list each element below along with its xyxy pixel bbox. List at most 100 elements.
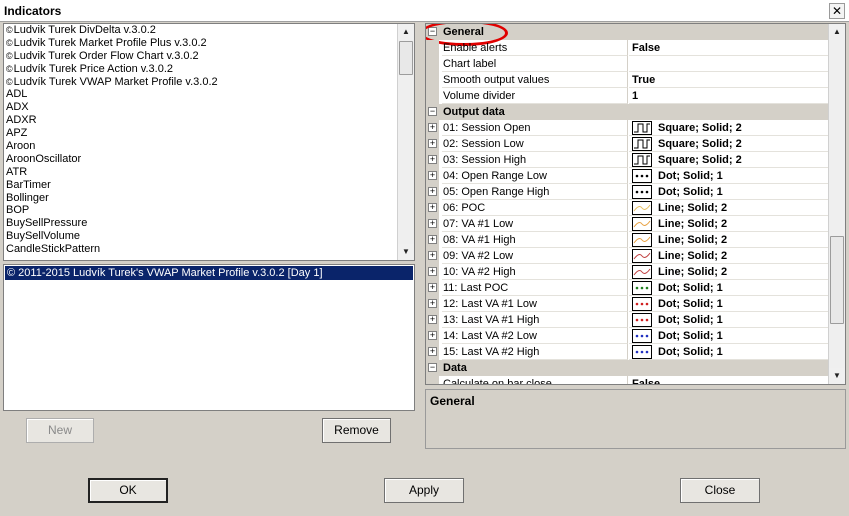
category-output-data[interactable]: − Output data [426,104,829,120]
remove-button[interactable]: Remove [322,418,391,443]
property-value[interactable]: False [629,40,829,56]
property-value[interactable]: Dot; Solid; 1 [629,312,829,328]
indicator-list-item[interactable]: Aroon [4,140,398,153]
property-row[interactable]: +09: VA #2 Low Line; Solid; 2 [426,248,829,264]
property-grid[interactable]: − General Enable alerts False Chart label S… [425,23,846,385]
indicator-list-item[interactable]: BuySellVolume [4,230,398,243]
applied-indicator-item[interactable]: © 2011-2015 Ludvík Turek's VWAP Market P… [5,266,413,280]
expand-icon[interactable]: + [428,139,437,148]
property-value[interactable]: Dot; Solid; 1 [629,184,829,200]
property-value[interactable]: Dot; Solid; 1 [629,168,829,184]
indicator-list-item[interactable]: ©Ludvik Turek DivDelta v.3.0.2 [4,24,398,37]
property-row[interactable]: +12: Last VA #1 Low Dot; Solid; 1 [426,296,829,312]
property-row[interactable]: Calculate on bar close False [426,376,829,384]
property-value[interactable]: Square; Solid; 2 [629,136,829,152]
property-value[interactable] [629,56,829,72]
indicator-list-item[interactable]: ©Ludvik Turek Market Profile Plus v.3.0.… [4,37,398,50]
indicator-list-item[interactable]: ADX [4,101,398,114]
indicator-list-item[interactable]: BarTimer [4,179,398,192]
property-row[interactable]: +03: Session High Square; Solid; 2 [426,152,829,168]
property-value[interactable]: Dot; Solid; 1 [629,344,829,360]
property-value[interactable]: Line; Solid; 2 [629,200,829,216]
dot-plot-icon [632,297,652,311]
property-row[interactable]: Enable alerts False [426,40,829,56]
collapse-icon[interactable]: − [428,27,437,36]
property-row[interactable]: +01: Session Open Square; Solid; 2 [426,120,829,136]
close-button[interactable]: Close [680,478,760,503]
property-value[interactable]: Square; Solid; 2 [629,120,829,136]
property-value[interactable]: Dot; Solid; 1 [629,280,829,296]
property-row[interactable]: +08: VA #1 High Line; Solid; 2 [426,232,829,248]
indicator-list-item[interactable]: ATR [4,166,398,179]
indicator-list-item[interactable]: Bollinger [4,192,398,205]
category-data[interactable]: − Data [426,360,829,376]
scroll-up-icon[interactable]: ▲ [829,24,845,40]
property-value[interactable]: Line; Solid; 2 [629,216,829,232]
property-value[interactable]: True [629,72,829,88]
property-row[interactable]: Chart label [426,56,829,72]
scroll-thumb[interactable] [399,41,413,75]
property-value[interactable]: Square; Solid; 2 [629,152,829,168]
property-row[interactable]: +07: VA #1 Low Line; Solid; 2 [426,216,829,232]
indicator-list-item[interactable]: ©Ludvik Turek Order Flow Chart v.3.0.2 [4,50,398,63]
property-row[interactable]: +05: Open Range High Dot; Solid; 1 [426,184,829,200]
scroll-down-icon[interactable]: ▼ [398,244,414,260]
expand-icon[interactable]: + [428,299,437,308]
indicator-list-item[interactable]: ©Ludvík Turek Price Action v.3.0.2 [4,63,398,76]
scroll-down-icon[interactable]: ▼ [829,368,845,384]
expand-icon[interactable]: + [428,251,437,260]
scroll-up-icon[interactable]: ▲ [398,24,414,40]
expand-icon[interactable]: + [428,203,437,212]
apply-button[interactable]: Apply [384,478,464,503]
indicator-list-item[interactable]: ADXR [4,114,398,127]
property-row[interactable]: +13: Last VA #1 High Dot; Solid; 1 [426,312,829,328]
property-value[interactable]: False [629,376,829,384]
indicator-list-item[interactable]: ©Ludvík Turek VWAP Market Profile v.3.0.… [4,76,398,89]
expand-icon[interactable]: + [428,347,437,356]
property-row[interactable]: +11: Last POC Dot; Solid; 1 [426,280,829,296]
indicator-list-scrollbar[interactable]: ▲ ▼ [397,24,414,260]
indicator-list-item[interactable]: APZ [4,127,398,140]
property-value[interactable]: Line; Solid; 2 [629,248,829,264]
expand-icon[interactable]: + [428,315,437,324]
expand-icon[interactable]: + [428,235,437,244]
expand-icon[interactable]: + [428,123,437,132]
property-value[interactable]: Dot; Solid; 1 [629,296,829,312]
scroll-thumb[interactable] [830,236,844,324]
indicator-list-item[interactable]: BuySellPressure [4,217,398,230]
property-value-text: Dot; Solid; 1 [658,330,723,342]
expand-icon[interactable]: + [428,187,437,196]
property-row[interactable]: +02: Session Low Square; Solid; 2 [426,136,829,152]
collapse-icon[interactable]: − [428,363,437,372]
indicator-list-item[interactable]: AroonOscillator [4,153,398,166]
property-value[interactable]: Dot; Solid; 1 [629,328,829,344]
property-row[interactable]: +10: VA #2 High Line; Solid; 2 [426,264,829,280]
property-row[interactable]: +04: Open Range Low Dot; Solid; 1 [426,168,829,184]
applied-indicators-list[interactable]: © 2011-2015 Ludvík Turek's VWAP Market P… [3,264,415,411]
collapse-icon[interactable]: − [428,107,437,116]
property-grid-scrollbar[interactable]: ▲ ▼ [828,24,845,384]
property-row[interactable]: +06: POC Line; Solid; 2 [426,200,829,216]
property-row[interactable]: Volume divider 1 [426,88,829,104]
new-button[interactable]: New [26,418,94,443]
property-row[interactable]: Smooth output values True [426,72,829,88]
property-value[interactable]: 1 [629,88,829,104]
expand-icon[interactable]: + [428,267,437,276]
expand-icon[interactable]: + [428,331,437,340]
ok-button[interactable]: OK [88,478,168,503]
expand-icon[interactable]: + [428,155,437,164]
property-row[interactable]: +14: Last VA #2 Low Dot; Solid; 1 [426,328,829,344]
indicator-list-item[interactable]: CandleStickPattern [4,243,398,256]
indicator-list-item[interactable]: ADL [4,88,398,101]
expand-icon[interactable]: + [428,171,437,180]
property-value[interactable]: Line; Solid; 2 [629,232,829,248]
expand-icon[interactable]: + [428,283,437,292]
category-general[interactable]: − General [426,24,829,46]
property-row[interactable]: +15: Last VA #2 High Dot; Solid; 1 [426,344,829,360]
indicator-list[interactable]: ©Ludvik Turek DivDelta v.3.0.2 ©Ludvik Tu… [3,23,415,261]
property-value[interactable]: Line; Solid; 2 [629,264,829,280]
indicator-list-item[interactable]: BOP [4,204,398,217]
expand-icon[interactable]: + [428,219,437,228]
close-icon[interactable]: ✕ [829,3,845,19]
property-name: 14: Last VA #2 Low [442,328,628,344]
